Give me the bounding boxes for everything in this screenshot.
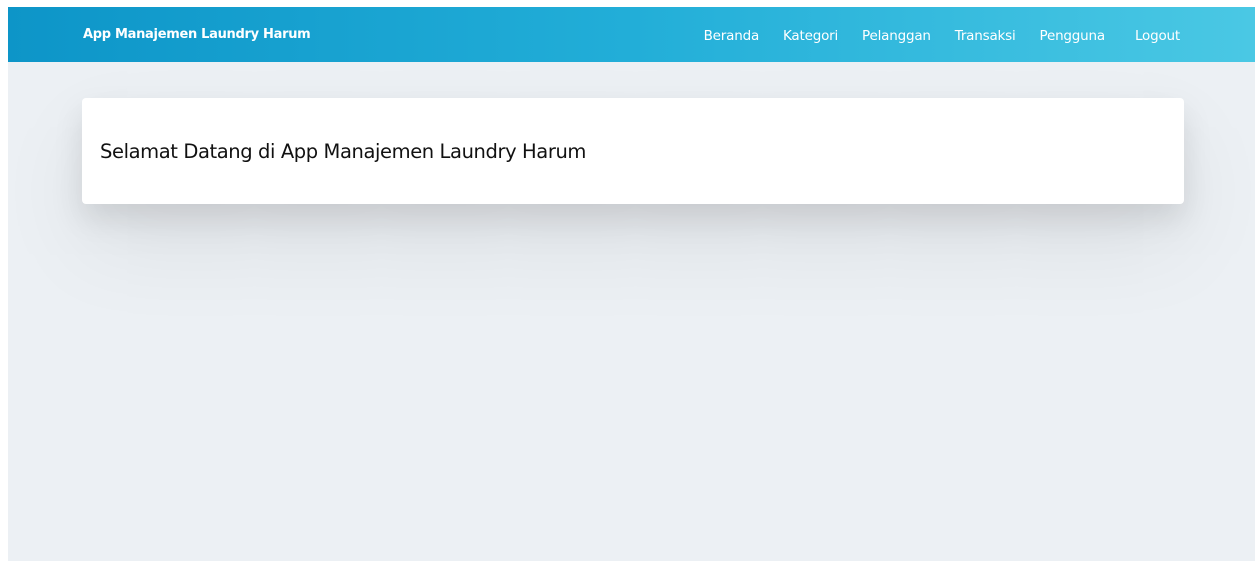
nav-item-logout: Logout	[1135, 25, 1180, 44]
nav-link-transaksi[interactable]: Transaksi	[955, 28, 1016, 44]
nav-link-pelanggan[interactable]: Pelanggan	[862, 28, 931, 44]
logout-link[interactable]: Logout	[1135, 28, 1180, 44]
nav-links: Beranda Kategori Pelanggan Transaksi Pen…	[680, 7, 1181, 62]
nav-item-pelanggan: Pelanggan	[862, 25, 931, 44]
nav-link-kategori[interactable]: Kategori	[783, 28, 838, 44]
nav-link-beranda[interactable]: Beranda	[704, 28, 760, 44]
welcome-title: Selamat Datang di App Manajemen Laundry …	[100, 140, 587, 163]
nav-item-pengguna: Pengguna	[1040, 25, 1106, 44]
welcome-card: Selamat Datang di App Manajemen Laundry …	[82, 98, 1184, 204]
nav-item-kategori: Kategori	[783, 25, 838, 44]
nav-link-pengguna[interactable]: Pengguna	[1040, 28, 1106, 44]
top-navbar: App Manajemen Laundry Harum Beranda Kate…	[8, 7, 1255, 62]
brand-link[interactable]: App Manajemen Laundry Harum	[83, 7, 311, 62]
app-viewport: App Manajemen Laundry Harum Beranda Kate…	[8, 7, 1255, 561]
nav-item-beranda: Beranda	[704, 25, 760, 44]
nav-item-transaksi: Transaksi	[955, 25, 1016, 44]
